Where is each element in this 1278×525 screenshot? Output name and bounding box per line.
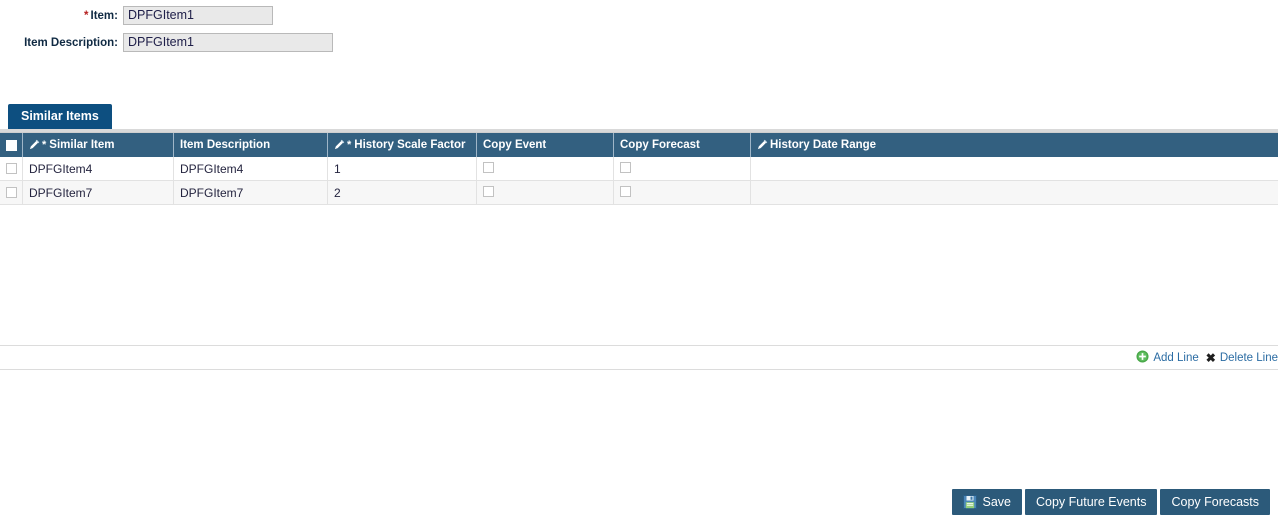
item-form-row: * Item: xyxy=(0,2,1278,29)
select-all-checkbox[interactable] xyxy=(5,139,17,151)
column-header-label: History Scale Factor xyxy=(354,139,466,151)
add-line-button[interactable]: Add Line xyxy=(1136,349,1199,366)
item-label-text: Item: xyxy=(90,9,118,22)
cell-history-scale-factor[interactable]: 2 xyxy=(327,180,476,205)
cell-copy-event[interactable] xyxy=(476,156,613,181)
grid-select-all-cell[interactable] xyxy=(0,133,22,157)
required-asterisk: * xyxy=(84,9,89,22)
copy-future-events-button[interactable]: Copy Future Events xyxy=(1025,489,1158,515)
grid-toolbar: Add Line ✖ Delete Line xyxy=(0,345,1278,370)
floppy-disk-icon xyxy=(962,495,977,509)
row-select-cell[interactable] xyxy=(0,157,22,181)
column-header-label: History Date Range xyxy=(770,139,877,151)
delete-line-button[interactable]: ✖ Delete Line xyxy=(1206,351,1278,365)
copy-forecasts-button[interactable]: Copy Forecasts xyxy=(1160,489,1270,515)
column-header-copy-forecast[interactable]: Copy Forecast xyxy=(613,133,750,157)
column-header-item-description[interactable]: Item Description xyxy=(173,133,327,157)
footer-button-bar: Save Copy Future Events Copy Forecasts xyxy=(0,489,1278,515)
row-select-checkbox[interactable] xyxy=(5,163,17,174)
item-field[interactable] xyxy=(123,6,273,25)
cell-copy-forecast[interactable] xyxy=(613,156,750,181)
cell-copy-forecast[interactable] xyxy=(613,180,750,205)
copy-forecast-checkbox[interactable] xyxy=(620,185,631,197)
column-header-copy-event[interactable]: Copy Event xyxy=(476,133,613,157)
pencil-icon xyxy=(29,135,40,157)
copy-forecast-checkbox[interactable] xyxy=(620,161,631,173)
item-description-label: Item Description: xyxy=(24,36,118,49)
column-header-history-date-range[interactable]: History Date Range xyxy=(750,133,1278,157)
save-button-label: Save xyxy=(982,495,1012,509)
grid-empty-space xyxy=(0,205,1278,345)
required-asterisk: * xyxy=(42,139,47,151)
plus-circle-icon xyxy=(1136,349,1149,366)
pencil-icon xyxy=(757,135,768,157)
copy-event-checkbox[interactable] xyxy=(483,185,494,197)
similar-items-panel: Similar Items * Similar Item Item Descrip… xyxy=(0,104,1278,370)
tab-similar-items[interactable]: Similar Items xyxy=(8,104,112,129)
column-header-similar-item[interactable]: * Similar Item xyxy=(22,133,173,157)
cell-similar-item[interactable]: DPFGItem4 xyxy=(22,156,173,181)
column-header-history-scale-factor[interactable]: * History Scale Factor xyxy=(327,133,476,157)
item-label: * Item: xyxy=(0,10,123,22)
cell-similar-item[interactable]: DPFGItem7 xyxy=(22,180,173,205)
item-form: *Item: Item Description: xyxy=(0,0,1278,56)
delete-line-label: Delete Line xyxy=(1219,351,1278,364)
column-header-label: Item Description xyxy=(180,139,271,151)
similar-items-grid: * Similar Item Item Description * History … xyxy=(0,133,1278,370)
cell-history-date-range[interactable] xyxy=(750,180,1278,205)
column-header-label: Similar Item xyxy=(49,139,115,151)
pencil-icon xyxy=(334,135,345,157)
cell-item-description[interactable]: DPFGItem7 xyxy=(173,180,327,205)
cell-history-scale-factor[interactable]: 1 xyxy=(327,156,476,181)
cell-item-description[interactable]: DPFGItem4 xyxy=(173,156,327,181)
cell-history-date-range[interactable] xyxy=(750,156,1278,181)
table-row[interactable]: DPFGItem4 DPFGItem4 1 xyxy=(0,156,1278,181)
save-button[interactable]: Save xyxy=(951,489,1022,515)
required-asterisk: * xyxy=(347,139,352,151)
copy-forecasts-label: Copy Forecasts xyxy=(1171,495,1259,509)
cell-copy-event[interactable] xyxy=(476,180,613,205)
item-description-field[interactable] xyxy=(123,33,333,52)
row-select-checkbox[interactable] xyxy=(5,187,17,198)
x-icon: ✖ xyxy=(1205,350,1216,365)
column-header-label: Copy Event xyxy=(483,139,547,151)
grid-header-row: * Similar Item Item Description * History … xyxy=(0,133,1278,157)
table-row[interactable]: DPFGItem7 DPFGItem7 2 xyxy=(0,180,1278,205)
copy-future-events-label: Copy Future Events xyxy=(1036,495,1147,509)
copy-event-checkbox[interactable] xyxy=(483,161,494,173)
row-select-cell[interactable] xyxy=(0,181,22,205)
column-header-label: Copy Forecast xyxy=(620,139,700,151)
item-description-form-row: Item Description: xyxy=(0,29,1278,56)
tab-strip: Similar Items xyxy=(0,104,1278,129)
add-line-label: Add Line xyxy=(1153,351,1199,364)
